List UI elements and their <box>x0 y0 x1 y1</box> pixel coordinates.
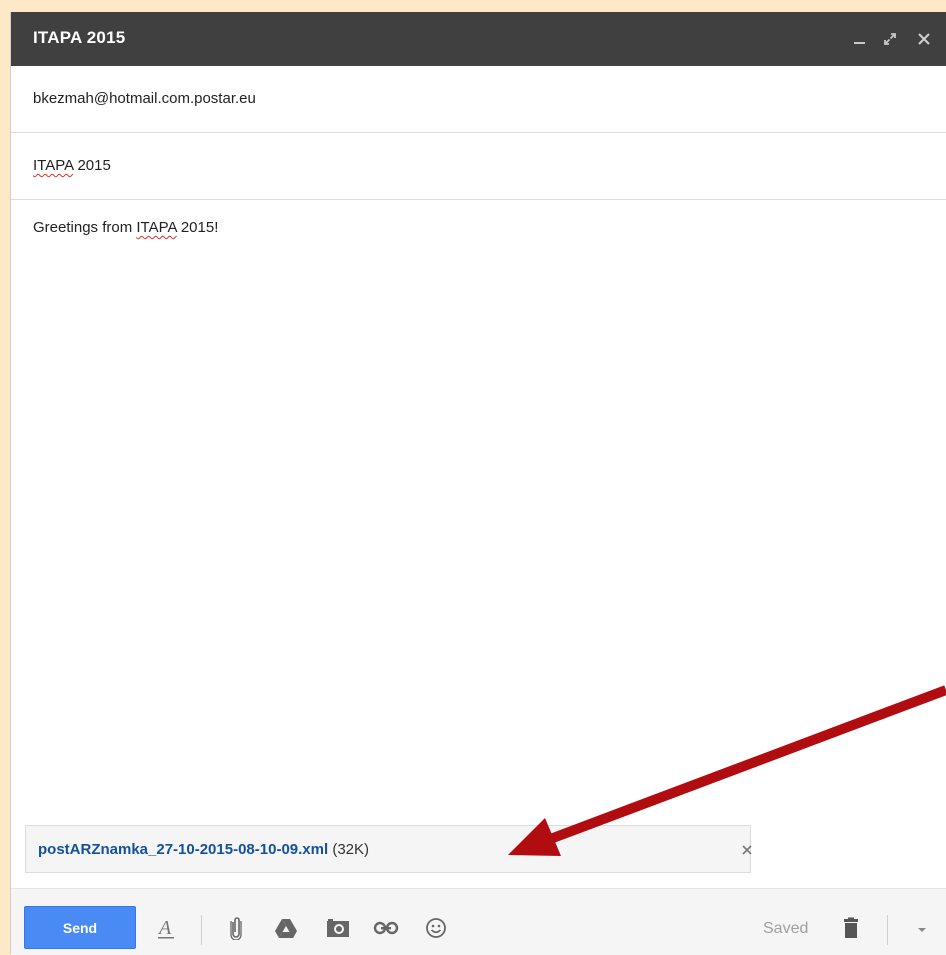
body-text-end: 2015! <box>176 219 219 236</box>
attachment-chip[interactable]: postARZnamka_27-10-2015-08-10-09.xml (32… <box>25 825 752 873</box>
chevron-down-icon[interactable] <box>909 917 935 943</box>
link-icon[interactable] <box>373 915 399 941</box>
subject-value: ITAPA 2015 <box>33 157 111 174</box>
compose-titlebar[interactable]: ITAPA 2015 <box>11 12 946 66</box>
camera-icon[interactable] <box>325 915 351 941</box>
google-drive-icon[interactable] <box>273 915 299 941</box>
message-body[interactable]: Greetings from ITAPA 2015! <box>33 219 218 236</box>
emoji-icon[interactable] <box>423 915 449 941</box>
attachment-link[interactable]: postARZnamka_27-10-2015-08-10-09.xml (32… <box>38 841 369 858</box>
paperclip-icon[interactable] <box>223 915 249 941</box>
recipient-value: bkezmah@hotmail.com.postar.eu <box>33 90 256 107</box>
body-text-start: Greetings from <box>33 219 137 236</box>
misspelled-word: ITAPA <box>33 157 74 174</box>
toolbar-divider <box>887 915 888 945</box>
pop-out-icon[interactable] <box>877 12 903 66</box>
remove-attachment-icon[interactable] <box>737 840 757 860</box>
compose-title: ITAPA 2015 <box>33 28 126 47</box>
trash-icon[interactable] <box>838 915 864 941</box>
subject-field[interactable]: ITAPA 2015 <box>11 133 946 200</box>
close-icon[interactable] <box>911 12 937 66</box>
compose-toolbar: Send A Saved <box>11 888 946 955</box>
minimize-icon[interactable] <box>847 12 873 66</box>
recipient-field[interactable]: bkezmah@hotmail.com.postar.eu <box>11 66 946 133</box>
attachment-size: (32K) <box>328 841 370 858</box>
text-formatting-icon[interactable]: A <box>153 915 179 941</box>
save-status: Saved <box>763 920 809 937</box>
misspelled-word: ITAPA <box>136 219 177 236</box>
toolbar-divider <box>201 915 202 945</box>
send-button[interactable]: Send <box>24 906 136 949</box>
attachment-filename: postARZnamka_27-10-2015-08-10-09.xml <box>38 841 329 858</box>
subject-rest: 2015 <box>73 157 111 174</box>
compose-window: ITAPA 2015 bkezmah@hotmail.com.postar.eu… <box>10 12 946 955</box>
svg-text:A: A <box>157 917 172 939</box>
